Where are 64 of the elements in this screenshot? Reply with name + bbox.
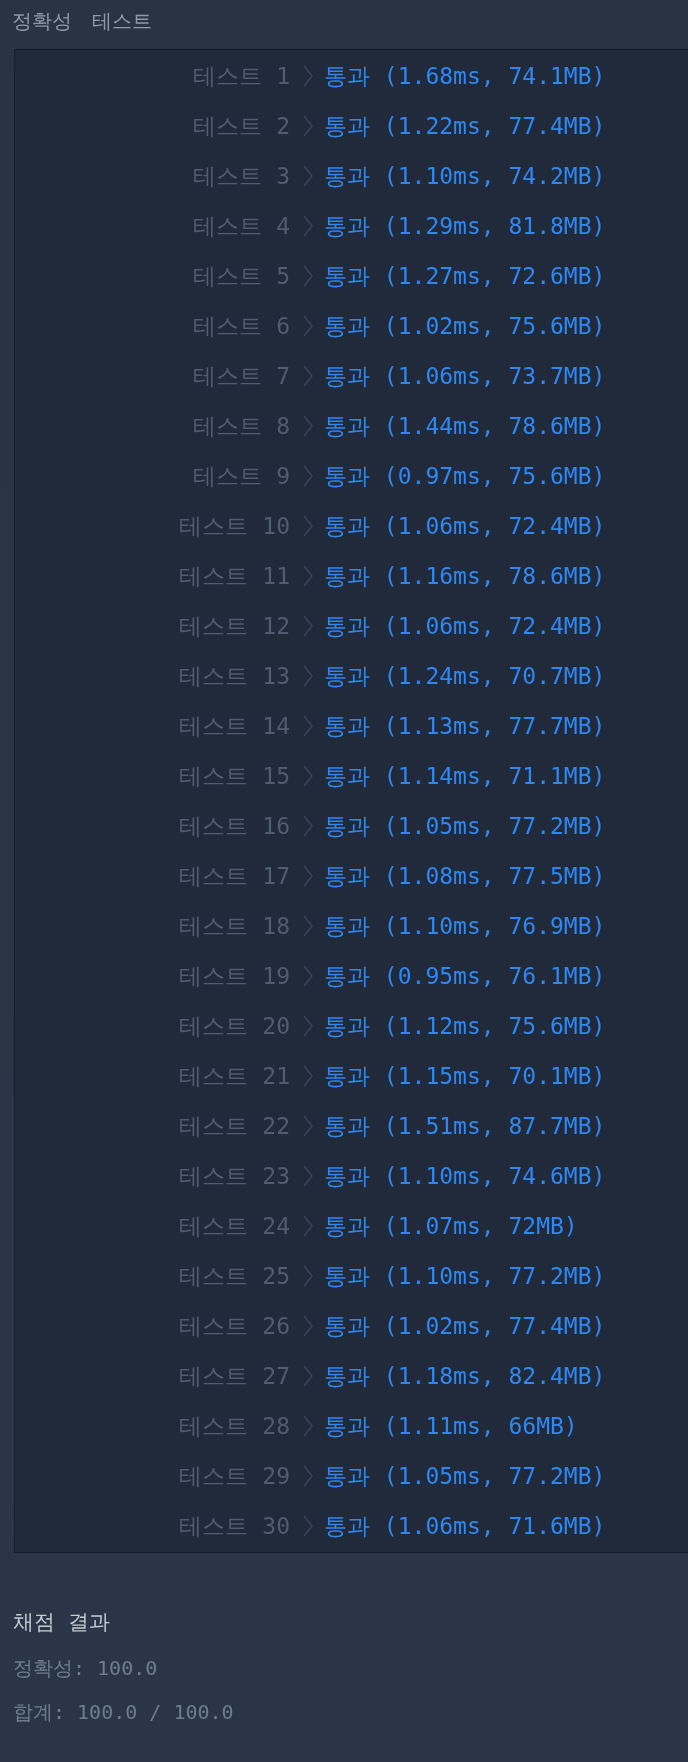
summary-line: 합계: 100.0 / 100.0	[13, 1699, 234, 1725]
chevron-icon	[302, 1464, 314, 1488]
chevron-icon	[302, 514, 314, 538]
chevron-icon	[302, 1114, 314, 1138]
test-result: 통과 (1.07ms, 72MB)	[324, 1211, 578, 1241]
test-result: 통과 (0.95ms, 76.1MB)	[324, 961, 606, 991]
chevron-icon	[302, 864, 314, 888]
summary-line: 정확성: 100.0	[13, 1655, 158, 1681]
chevron-icon	[302, 414, 314, 438]
test-result: 통과 (1.44ms, 78.6MB)	[324, 411, 606, 441]
test-result: 통과 (1.14ms, 71.1MB)	[324, 761, 606, 791]
chevron-icon	[302, 764, 314, 788]
test-result: 통과 (1.10ms, 74.2MB)	[324, 161, 606, 191]
chevron-icon	[302, 1314, 314, 1338]
chevron-icon	[302, 314, 314, 338]
test-result: 통과 (1.29ms, 81.8MB)	[324, 211, 606, 241]
test-result: 통과 (1.10ms, 76.9MB)	[324, 911, 606, 941]
test-result: 통과 (1.06ms, 72.4MB)	[324, 511, 606, 541]
test-result: 통과 (1.27ms, 72.6MB)	[324, 261, 606, 291]
chevron-icon	[302, 1514, 314, 1538]
chevron-icon	[302, 814, 314, 838]
chevron-icon	[302, 1064, 314, 1088]
test-result: 통과 (1.18ms, 82.4MB)	[324, 1361, 606, 1391]
test-result: 통과 (1.06ms, 72.4MB)	[324, 611, 606, 641]
chevron-icon	[302, 114, 314, 138]
chevron-icon	[302, 164, 314, 188]
chevron-icon	[302, 64, 314, 88]
chevron-icon	[302, 714, 314, 738]
chevron-icon	[302, 364, 314, 388]
chevron-icon	[302, 1164, 314, 1188]
test-result: 통과 (1.51ms, 87.7MB)	[324, 1111, 606, 1141]
test-result: 통과 (1.16ms, 78.6MB)	[324, 561, 606, 591]
test-result: 통과 (1.11ms, 66MB)	[324, 1411, 578, 1441]
chevron-icon	[302, 1264, 314, 1288]
test-result: 통과 (1.06ms, 71.6MB)	[324, 1511, 606, 1541]
chevron-icon	[302, 1014, 314, 1038]
section-title: 정확성 테스트	[12, 8, 153, 35]
test-result: 통과 (1.10ms, 77.2MB)	[324, 1261, 606, 1291]
chevron-icon	[302, 964, 314, 988]
test-result: 통과 (0.97ms, 75.6MB)	[324, 461, 606, 491]
chevron-icon	[302, 1214, 314, 1238]
test-result: 통과 (1.22ms, 77.4MB)	[324, 111, 606, 141]
test-result: 통과 (1.15ms, 70.1MB)	[324, 1061, 606, 1091]
test-result: 통과 (1.68ms, 74.1MB)	[324, 61, 606, 91]
chevron-icon	[302, 1414, 314, 1438]
test-result: 통과 (1.06ms, 73.7MB)	[324, 361, 606, 391]
test-result: 통과 (1.24ms, 70.7MB)	[324, 661, 606, 691]
test-result: 통과 (1.02ms, 77.4MB)	[324, 1311, 606, 1341]
test-result: 통과 (1.12ms, 75.6MB)	[324, 1011, 606, 1041]
test-result: 통과 (1.05ms, 77.2MB)	[324, 811, 606, 841]
test-result: 통과 (1.08ms, 77.5MB)	[324, 861, 606, 891]
test-result: 통과 (1.10ms, 74.6MB)	[324, 1161, 606, 1191]
chevron-icon	[302, 464, 314, 488]
chevron-icon	[302, 564, 314, 588]
test-result: 통과 (1.02ms, 75.6MB)	[324, 311, 606, 341]
chevron-icon	[302, 214, 314, 238]
chevron-icon	[302, 614, 314, 638]
summary-title: 채점 결과	[13, 1609, 110, 1636]
chevron-icon	[302, 264, 314, 288]
test-result: 통과 (1.05ms, 77.2MB)	[324, 1461, 606, 1491]
chevron-icon	[302, 914, 314, 938]
chevron-icon	[302, 664, 314, 688]
chevron-icon	[302, 1364, 314, 1388]
test-result: 통과 (1.13ms, 77.7MB)	[324, 711, 606, 741]
